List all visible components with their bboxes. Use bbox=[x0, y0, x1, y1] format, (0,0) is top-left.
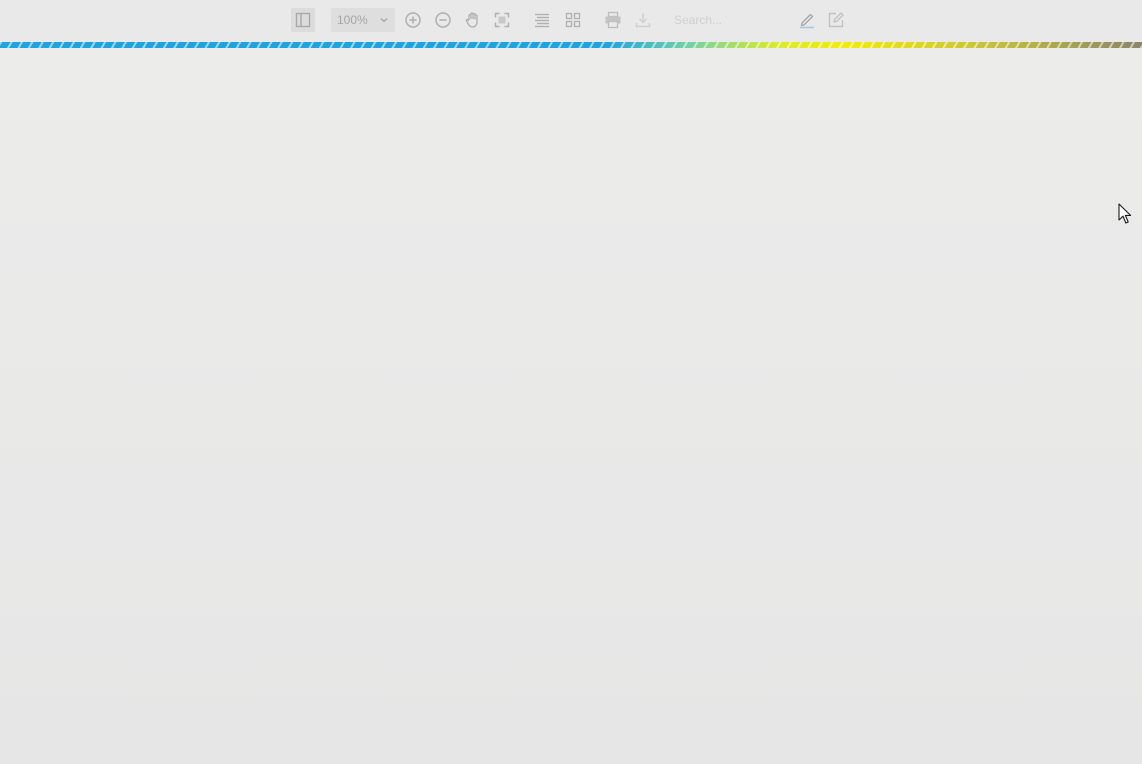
grid-view-button[interactable] bbox=[561, 8, 585, 32]
chevron-down-icon bbox=[379, 14, 389, 28]
mouse-cursor-icon bbox=[1118, 203, 1132, 230]
single-page-view-button[interactable] bbox=[530, 8, 554, 32]
zoom-value: 100% bbox=[337, 13, 368, 27]
download-icon bbox=[635, 12, 651, 28]
download-button[interactable] bbox=[631, 8, 655, 32]
zoom-out-button[interactable] bbox=[431, 8, 455, 32]
fullscreen-button[interactable] bbox=[490, 8, 514, 32]
zoom-select[interactable]: 100% bbox=[331, 8, 395, 32]
zoom-in-icon bbox=[404, 11, 422, 29]
sidebar-toggle-icon bbox=[295, 12, 311, 28]
hand-pan-icon bbox=[464, 11, 482, 29]
fullscreen-icon bbox=[494, 12, 510, 28]
single-page-view-icon bbox=[534, 12, 550, 28]
document-viewer-area[interactable] bbox=[0, 48, 1142, 764]
print-button[interactable] bbox=[601, 8, 625, 32]
toolbar: 100% bbox=[0, 0, 1142, 42]
highlight-button[interactable] bbox=[795, 8, 819, 32]
annotate-button[interactable] bbox=[824, 8, 848, 32]
highlighter-icon bbox=[798, 11, 816, 29]
search-input[interactable] bbox=[668, 8, 788, 32]
zoom-out-icon bbox=[434, 11, 452, 29]
grid-view-icon bbox=[565, 12, 581, 28]
print-icon bbox=[604, 11, 622, 29]
sidebar-toggle-button[interactable] bbox=[291, 8, 315, 32]
zoom-in-button[interactable] bbox=[401, 8, 425, 32]
pan-tool-button[interactable] bbox=[461, 8, 485, 32]
edit-note-icon bbox=[827, 11, 845, 29]
